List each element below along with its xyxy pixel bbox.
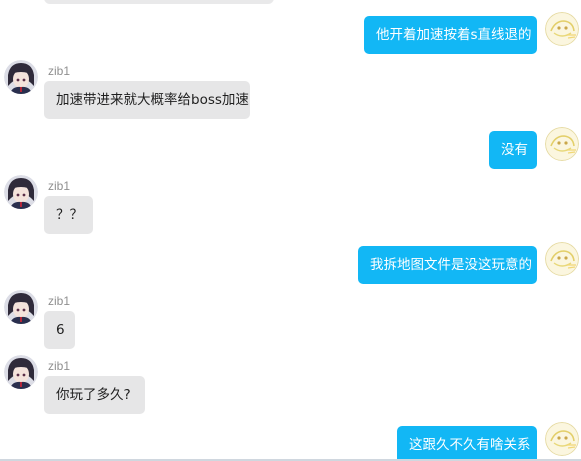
incoming-message-bubble[interactable]: 你玩了多久? (44, 376, 145, 414)
sender-name: zib1 (48, 179, 71, 193)
contact-avatar-icon[interactable] (4, 355, 38, 389)
yellow-sketch-avatar-icon (545, 242, 579, 276)
self-avatar-icon[interactable] (545, 242, 579, 276)
yellow-sketch-avatar-icon (545, 127, 579, 161)
sender-name: zib1 (48, 64, 71, 78)
sender-name: zib1 (48, 359, 71, 373)
outgoing-message-bubble[interactable]: 他开着加速按着s直线退的 (364, 16, 537, 54)
chat-window: 他开着加速按着s直线退的 zib1 加速带进来就大概率给boss加速 没有 zi… (0, 0, 581, 461)
yellow-sketch-avatar-icon (545, 422, 579, 456)
outgoing-message-bubble[interactable]: 没有 (489, 131, 537, 169)
anime-character-avatar-icon (4, 355, 38, 389)
anime-character-avatar-icon (4, 290, 38, 324)
incoming-message-bubble[interactable]: 加速带进来就大概率给boss加速 (44, 81, 250, 119)
incoming-message-bubble[interactable]: ？？ (44, 196, 93, 234)
previous-message-bubble-partial (44, 0, 274, 4)
self-avatar-icon[interactable] (545, 127, 579, 161)
contact-avatar-icon[interactable] (4, 290, 38, 324)
anime-character-avatar-icon (4, 60, 38, 94)
incoming-message-bubble[interactable]: 6 (44, 311, 75, 349)
self-avatar-icon[interactable] (545, 422, 579, 456)
anime-character-avatar-icon (4, 175, 38, 209)
contact-avatar-icon[interactable] (4, 60, 38, 94)
contact-avatar-icon[interactable] (4, 175, 38, 209)
outgoing-message-bubble[interactable]: 这跟久不久有啥关系 (397, 426, 537, 461)
yellow-sketch-avatar-icon (545, 12, 579, 46)
sender-name: zib1 (48, 294, 71, 308)
self-avatar-icon[interactable] (545, 12, 579, 46)
outgoing-message-bubble[interactable]: 我拆地图文件是没这玩意的 (358, 246, 537, 284)
